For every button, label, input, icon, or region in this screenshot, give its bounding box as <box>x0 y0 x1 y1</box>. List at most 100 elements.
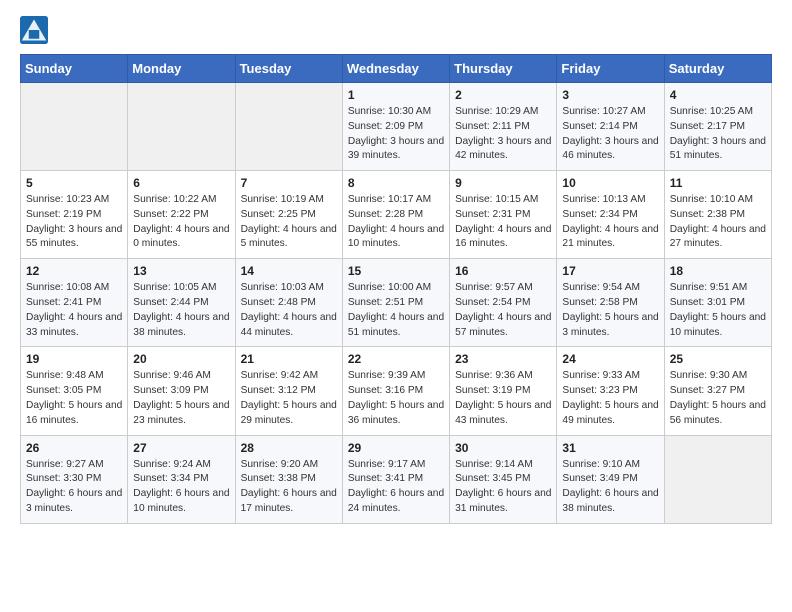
day-cell <box>21 83 128 171</box>
day-info: Sunrise: 9:30 AM Sunset: 3:27 PM Dayligh… <box>670 369 766 428</box>
day-number: 25 <box>670 352 766 366</box>
day-cell: 8 Sunrise: 10:17 AM Sunset: 2:28 PM Dayli… <box>342 171 449 259</box>
day-cell: 23 Sunrise: 9:36 AM Sunset: 3:19 PM Dayli… <box>450 347 557 435</box>
day-info: Sunrise: 9:51 AM Sunset: 3:01 PM Dayligh… <box>670 281 766 340</box>
day-cell: 12Sunrise: 10:08 AM Sunset: 2:41 PM Dayl… <box>21 259 128 347</box>
calendar-page: SundayMondayTuesdayWednesdayThursdayFrid… <box>0 0 792 540</box>
day-cell: 5 Sunrise: 10:23 AM Sunset: 2:19 PM Dayli… <box>21 171 128 259</box>
day-cell: 30 Sunrise: 9:14 AM Sunset: 3:45 PM Dayli… <box>450 435 557 523</box>
day-number: 24 <box>562 352 658 366</box>
day-cell: 22Sunrise: 9:39 AM Sunset: 3:16 PM Dayli… <box>342 347 449 435</box>
day-number: 17 <box>562 264 658 278</box>
day-cell: 14 Sunrise: 10:03 AM Sunset: 2:48 PM Dayl… <box>235 259 342 347</box>
day-number: 16 <box>455 264 551 278</box>
day-number: 11 <box>670 176 766 190</box>
weekday-thursday: Thursday <box>450 55 557 83</box>
day-info: Sunrise: 9:48 AM Sunset: 3:05 PM Dayligh… <box>26 369 122 428</box>
day-number: 26 <box>26 441 122 455</box>
day-info: Sunrise: 9:36 AM Sunset: 3:19 PM Dayligh… <box>455 369 551 428</box>
day-info: Sunrise: 10:22 AM Sunset: 2:22 PM Daylig… <box>133 193 229 252</box>
day-cell <box>128 83 235 171</box>
weekday-monday: Monday <box>128 55 235 83</box>
day-info: Sunrise: 9:57 AM Sunset: 2:54 PM Dayligh… <box>455 281 551 340</box>
week-row-4: 26 Sunrise: 9:27 AM Sunset: 3:30 PM Dayli… <box>21 435 772 523</box>
day-info: Sunrise: 9:42 AM Sunset: 3:12 PM Dayligh… <box>241 369 337 428</box>
day-number: 22 <box>348 352 444 366</box>
day-number: 23 <box>455 352 551 366</box>
day-number: 28 <box>241 441 337 455</box>
weekday-header-row: SundayMondayTuesdayWednesdayThursdayFrid… <box>21 55 772 83</box>
weekday-saturday: Saturday <box>664 55 771 83</box>
week-row-3: 19 Sunrise: 9:48 AM Sunset: 3:05 PM Dayli… <box>21 347 772 435</box>
day-info: Sunrise: 10:30 AM Sunset: 2:09 PM Daylig… <box>348 105 444 164</box>
day-number: 3 <box>562 88 658 102</box>
day-cell: 24 Sunrise: 9:33 AM Sunset: 3:23 PM Dayli… <box>557 347 664 435</box>
day-number: 4 <box>670 88 766 102</box>
day-cell: 20 Sunrise: 9:46 AM Sunset: 3:09 PM Dayli… <box>128 347 235 435</box>
day-cell: 28 Sunrise: 9:20 AM Sunset: 3:38 PM Dayli… <box>235 435 342 523</box>
day-number: 7 <box>241 176 337 190</box>
day-number: 15 <box>348 264 444 278</box>
day-info: Sunrise: 10:19 AM Sunset: 2:25 PM Daylig… <box>241 193 337 252</box>
day-number: 6 <box>133 176 229 190</box>
day-number: 12 <box>26 264 122 278</box>
day-number: 14 <box>241 264 337 278</box>
day-number: 31 <box>562 441 658 455</box>
day-number: 19 <box>26 352 122 366</box>
day-cell: 2Sunrise: 10:29 AM Sunset: 2:11 PM Dayli… <box>450 83 557 171</box>
day-cell: 18Sunrise: 9:51 AM Sunset: 3:01 PM Dayli… <box>664 259 771 347</box>
weekday-friday: Friday <box>557 55 664 83</box>
weekday-tuesday: Tuesday <box>235 55 342 83</box>
day-info: Sunrise: 9:54 AM Sunset: 2:58 PM Dayligh… <box>562 281 658 340</box>
day-cell: 21 Sunrise: 9:42 AM Sunset: 3:12 PM Dayli… <box>235 347 342 435</box>
day-info: Sunrise: 10:27 AM Sunset: 2:14 PM Daylig… <box>562 105 658 164</box>
week-row-2: 12Sunrise: 10:08 AM Sunset: 2:41 PM Dayl… <box>21 259 772 347</box>
day-info: Sunrise: 9:27 AM Sunset: 3:30 PM Dayligh… <box>26 458 122 517</box>
day-number: 21 <box>241 352 337 366</box>
day-cell: 27Sunrise: 9:24 AM Sunset: 3:34 PM Dayli… <box>128 435 235 523</box>
week-row-0: 1Sunrise: 10:30 AM Sunset: 2:09 PM Dayli… <box>21 83 772 171</box>
calendar-table: SundayMondayTuesdayWednesdayThursdayFrid… <box>20 54 772 524</box>
logo-icon <box>20 16 48 44</box>
day-number: 29 <box>348 441 444 455</box>
day-info: Sunrise: 10:03 AM Sunset: 2:48 PM Daylig… <box>241 281 337 340</box>
day-info: Sunrise: 9:20 AM Sunset: 3:38 PM Dayligh… <box>241 458 337 517</box>
day-cell: 26 Sunrise: 9:27 AM Sunset: 3:30 PM Dayli… <box>21 435 128 523</box>
day-cell: 16 Sunrise: 9:57 AM Sunset: 2:54 PM Dayli… <box>450 259 557 347</box>
day-number: 5 <box>26 176 122 190</box>
day-number: 20 <box>133 352 229 366</box>
day-number: 10 <box>562 176 658 190</box>
weekday-sunday: Sunday <box>21 55 128 83</box>
day-info: Sunrise: 9:33 AM Sunset: 3:23 PM Dayligh… <box>562 369 658 428</box>
day-cell: 13 Sunrise: 10:05 AM Sunset: 2:44 PM Dayl… <box>128 259 235 347</box>
day-info: Sunrise: 10:13 AM Sunset: 2:34 PM Daylig… <box>562 193 658 252</box>
day-info: Sunrise: 10:10 AM Sunset: 2:38 PM Daylig… <box>670 193 766 252</box>
day-info: Sunrise: 9:14 AM Sunset: 3:45 PM Dayligh… <box>455 458 551 517</box>
day-cell: 15 Sunrise: 10:00 AM Sunset: 2:51 PM Dayl… <box>342 259 449 347</box>
day-info: Sunrise: 9:17 AM Sunset: 3:41 PM Dayligh… <box>348 458 444 517</box>
day-number: 2 <box>455 88 551 102</box>
day-info: Sunrise: 10:23 AM Sunset: 2:19 PM Daylig… <box>26 193 122 252</box>
day-number: 13 <box>133 264 229 278</box>
day-info: Sunrise: 9:46 AM Sunset: 3:09 PM Dayligh… <box>133 369 229 428</box>
day-cell: 9Sunrise: 10:15 AM Sunset: 2:31 PM Dayli… <box>450 171 557 259</box>
day-number: 8 <box>348 176 444 190</box>
day-cell: 19 Sunrise: 9:48 AM Sunset: 3:05 PM Dayli… <box>21 347 128 435</box>
day-info: Sunrise: 10:17 AM Sunset: 2:28 PM Daylig… <box>348 193 444 252</box>
day-info: Sunrise: 9:24 AM Sunset: 3:34 PM Dayligh… <box>133 458 229 517</box>
day-cell: 17 Sunrise: 9:54 AM Sunset: 2:58 PM Dayli… <box>557 259 664 347</box>
day-cell: 11 Sunrise: 10:10 AM Sunset: 2:38 PM Dayl… <box>664 171 771 259</box>
day-cell: 25 Sunrise: 9:30 AM Sunset: 3:27 PM Dayli… <box>664 347 771 435</box>
day-info: Sunrise: 10:00 AM Sunset: 2:51 PM Daylig… <box>348 281 444 340</box>
day-cell: 4Sunrise: 10:25 AM Sunset: 2:17 PM Dayli… <box>664 83 771 171</box>
week-row-1: 5 Sunrise: 10:23 AM Sunset: 2:19 PM Dayli… <box>21 171 772 259</box>
day-cell: 3 Sunrise: 10:27 AM Sunset: 2:14 PM Dayli… <box>557 83 664 171</box>
day-info: Sunrise: 10:05 AM Sunset: 2:44 PM Daylig… <box>133 281 229 340</box>
header <box>20 16 772 44</box>
day-cell: 31 Sunrise: 9:10 AM Sunset: 3:49 PM Dayli… <box>557 435 664 523</box>
weekday-wednesday: Wednesday <box>342 55 449 83</box>
day-number: 30 <box>455 441 551 455</box>
logo <box>20 16 52 44</box>
day-info: Sunrise: 9:10 AM Sunset: 3:49 PM Dayligh… <box>562 458 658 517</box>
day-cell: 29 Sunrise: 9:17 AM Sunset: 3:41 PM Dayli… <box>342 435 449 523</box>
